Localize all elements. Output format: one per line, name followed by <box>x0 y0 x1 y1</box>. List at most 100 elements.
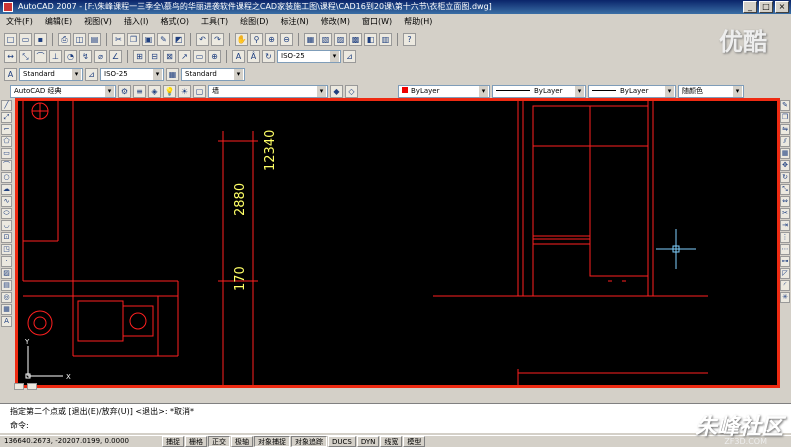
match-properties-icon[interactable]: ✎ <box>157 32 170 46</box>
dimension-style-icon[interactable]: ⊿ <box>343 49 356 63</box>
dim-style-select[interactable]: ISO-25 <box>100 67 164 81</box>
menu-modify[interactable]: 修改(M) <box>315 15 356 28</box>
construction-line-icon[interactable]: ⤢ <box>1 112 12 123</box>
design-center-icon[interactable]: ▧ <box>319 32 332 46</box>
menu-view[interactable]: 视图(V) <box>78 15 118 28</box>
circle-icon[interactable]: ○ <box>1 172 12 183</box>
color-select[interactable]: ByLayer <box>398 84 490 98</box>
arc-length-icon[interactable]: ⌒ <box>34 49 47 63</box>
status-toggle-osnap[interactable]: 对象捕捉 <box>254 436 290 447</box>
text-style-select[interactable]: Standard <box>19 67 83 81</box>
center-mark-icon[interactable]: ⊕ <box>208 49 221 63</box>
menu-insert[interactable]: 插入(I) <box>118 15 155 28</box>
redo-icon[interactable]: ↷ <box>211 32 224 46</box>
command-line[interactable]: 指定第二个点或 [退出(E)/放弃(U)] <退出>: *取消* 命令: <box>0 403 791 433</box>
layer-freeze-icon[interactable]: ☀ <box>178 84 191 98</box>
menu-tools[interactable]: 工具(T) <box>195 15 234 28</box>
arc-icon[interactable]: ⌒ <box>1 160 12 171</box>
break-at-point-icon[interactable]: ⋮ <box>780 232 790 243</box>
close-button[interactable]: × <box>775 1 789 13</box>
make-current-layer-icon[interactable]: ◆ <box>330 84 343 98</box>
tolerance-icon[interactable]: ▭ <box>193 49 206 63</box>
layer-state-icon[interactable]: ◈ <box>148 84 161 98</box>
menu-file[interactable]: 文件(F) <box>0 15 39 28</box>
diameter-icon[interactable]: ⌀ <box>94 49 107 63</box>
mirror-icon[interactable]: ⇋ <box>780 124 790 135</box>
gradient-icon[interactable]: ▤ <box>1 280 12 291</box>
zoom-previous-icon[interactable]: ⊖ <box>280 32 293 46</box>
line-icon[interactable]: ╱ <box>1 100 12 111</box>
polygon-icon[interactable]: ⬠ <box>1 136 12 147</box>
break-icon[interactable]: ⋯ <box>780 244 790 255</box>
aligned-dimension-icon[interactable]: ⤡ <box>19 49 32 63</box>
menu-edit[interactable]: 编辑(E) <box>39 15 78 28</box>
continue-icon[interactable]: ⊠ <box>163 49 176 63</box>
stretch-icon[interactable]: ⇔ <box>780 196 790 207</box>
copy-object-icon[interactable]: ❐ <box>780 112 790 123</box>
workspace-settings-icon[interactable]: ⚙ <box>118 84 131 98</box>
minimize-button[interactable]: _ <box>743 1 757 13</box>
rectangle-icon[interactable]: ▭ <box>1 148 12 159</box>
menu-help[interactable]: 帮助(H) <box>398 15 438 28</box>
status-toggle-polar[interactable]: 极轴 <box>231 436 253 447</box>
join-icon[interactable]: ⊶ <box>780 256 790 267</box>
markup-icon[interactable]: ◧ <box>364 32 377 46</box>
dimension-update-icon[interactable]: ↻ <box>262 49 275 63</box>
command-input-label[interactable]: 命令: <box>10 420 29 431</box>
dimension-edit-icon[interactable]: A <box>232 49 245 63</box>
properties-icon[interactable]: ▦ <box>304 32 317 46</box>
sheet-set-icon[interactable]: ▩ <box>349 32 362 46</box>
dim-style-icon[interactable]: ⊿ <box>85 67 98 81</box>
quick-dimension-icon[interactable]: ⊞ <box>133 49 146 63</box>
jogged-icon[interactable]: ↯ <box>79 49 92 63</box>
cut-icon[interactable]: ✂ <box>112 32 125 46</box>
status-toggle-lineweight[interactable]: 线宽 <box>380 436 403 447</box>
status-toggle-snap[interactable]: 捕捉 <box>162 436 184 447</box>
print-icon[interactable]: ⎙ <box>58 32 71 46</box>
linear-dimension-icon[interactable]: ↔ <box>4 49 17 63</box>
table-style-select[interactable]: Standard <box>181 67 245 81</box>
layer-lock-icon[interactable]: ▢ <box>193 84 206 98</box>
ellipse-arc-icon[interactable]: ◡ <box>1 220 12 231</box>
table-style-icon[interactable]: ▦ <box>166 67 179 81</box>
baseline-icon[interactable]: ⊟ <box>148 49 161 63</box>
paste-icon[interactable]: ▣ <box>142 32 155 46</box>
extend-icon[interactable]: ⇥ <box>780 220 790 231</box>
tab-scroll-left-icon[interactable] <box>14 383 24 390</box>
tab-scroll-right-icon[interactable] <box>26 383 37 390</box>
lineweight-select[interactable]: ByLayer <box>588 84 676 98</box>
status-toggle-otrack[interactable]: 对象追踪 <box>291 436 327 447</box>
menu-draw[interactable]: 绘图(D) <box>234 15 274 28</box>
insert-block-icon[interactable]: ⊡ <box>1 232 12 243</box>
drawing-area[interactable]: 12340 2880 170 Y X <box>15 98 780 388</box>
text-style-icon[interactable]: A <box>4 67 17 81</box>
status-toggle-model[interactable]: 模型 <box>403 436 426 447</box>
autocad-app-icon[interactable] <box>3 2 13 12</box>
layer-previous-icon[interactable]: ◇ <box>345 84 358 98</box>
block-editor-icon[interactable]: ◩ <box>172 32 185 46</box>
polyline-icon[interactable]: ⌐ <box>1 124 12 135</box>
make-block-icon[interactable]: ◳ <box>1 244 12 255</box>
dimension-lower-text[interactable]: 170 <box>233 266 248 291</box>
drawing-canvas[interactable]: 12340 2880 170 Y X <box>18 101 777 385</box>
quick-leader-icon[interactable]: ↗ <box>178 49 191 63</box>
dimension-style-select[interactable]: ISO-25 <box>277 49 341 63</box>
zoom-window-icon[interactable]: ⊕ <box>265 32 278 46</box>
layer-on-icon[interactable]: 💡 <box>163 84 176 98</box>
print-preview-icon[interactable]: ◫ <box>73 32 86 46</box>
rotate-icon[interactable]: ↻ <box>780 172 790 183</box>
workspace-select[interactable]: AutoCAD 经典 <box>10 84 116 98</box>
linetype-select[interactable]: ByLayer <box>492 84 586 98</box>
region-icon[interactable]: ◎ <box>1 292 12 303</box>
status-toggle-ortho[interactable]: 正交 <box>208 436 230 447</box>
tool-palettes-icon[interactable]: ▨ <box>334 32 347 46</box>
save-icon[interactable]: ▪ <box>34 32 47 46</box>
erase-icon[interactable]: ✎ <box>780 100 790 111</box>
ellipse-icon[interactable]: ⬭ <box>1 208 12 219</box>
dimension-text-edit-icon[interactable]: Â <box>247 49 260 63</box>
offset-icon[interactable]: ⫽ <box>780 136 790 147</box>
revision-cloud-icon[interactable]: ☁ <box>1 184 12 195</box>
spline-icon[interactable]: ∿ <box>1 196 12 207</box>
open-icon[interactable]: ▭ <box>19 32 32 46</box>
zoom-realtime-icon[interactable]: ⚲ <box>250 32 263 46</box>
